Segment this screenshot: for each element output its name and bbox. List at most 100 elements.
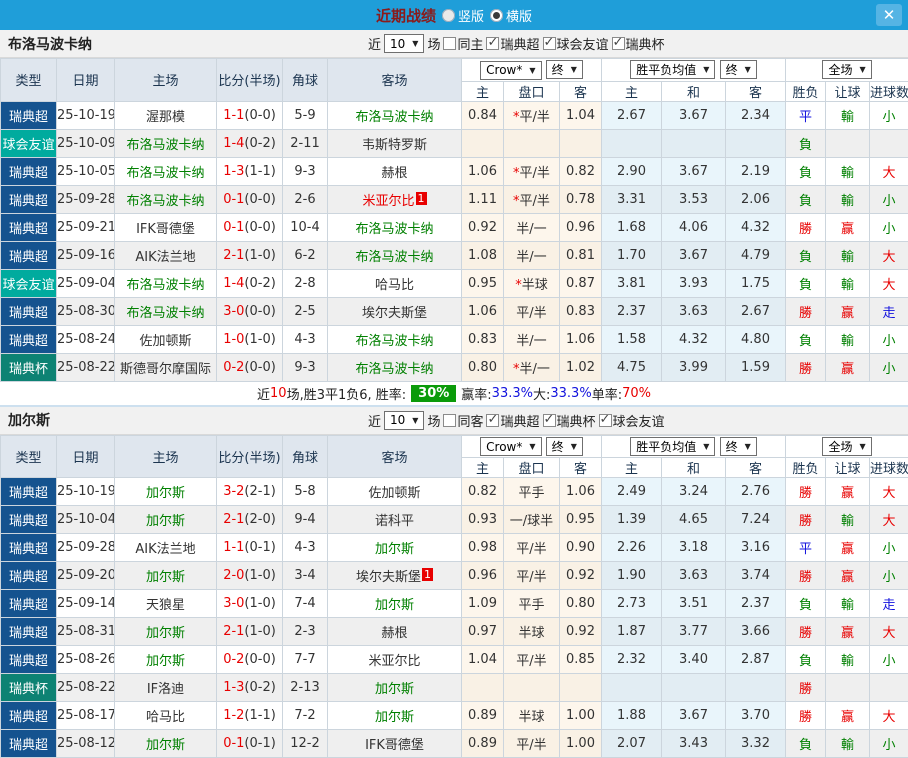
col-handicap: 盘口: [504, 458, 560, 478]
result-winloss: 負: [786, 129, 826, 157]
league-checkbox-2[interactable]: 球会友谊: [543, 34, 609, 53]
team-label: AIK法兰地: [135, 250, 195, 265]
odds-handicap: 半球: [504, 702, 560, 730]
team-label: 天狼星: [146, 598, 185, 613]
avg-time-select[interactable]: 终: [720, 437, 757, 456]
match-count-select[interactable]: 10: [384, 34, 424, 53]
match-score: 0-1(0-0): [217, 213, 283, 241]
team-label: 加尔斯: [146, 570, 185, 585]
odds-home: 1.08: [462, 241, 504, 269]
avg-away-odds: 2.34: [726, 101, 786, 129]
filter-bar: 近 10 场 同主 瑞典超 球会友谊 瑞典杯: [368, 34, 665, 53]
match-row: 瑞典超25-09-21IFK哥德堡0-1(0-0)10-4布洛马波卡纳0.92半…: [1, 213, 908, 241]
matches-label: 场: [427, 34, 440, 53]
result-winloss: 勝: [786, 353, 826, 381]
result-goals: 小: [870, 101, 908, 129]
result-handicap: 赢: [826, 618, 870, 646]
corner-score: 10-4: [283, 213, 328, 241]
match-count-select[interactable]: 10: [384, 411, 424, 430]
corner-score: 2-5: [283, 297, 328, 325]
odds-source-select[interactable]: Crow*: [480, 437, 541, 456]
result-handicap: 輸: [826, 241, 870, 269]
away-team: 埃尔夫斯堡1: [328, 562, 462, 590]
team-label: 哈马比: [146, 710, 185, 725]
odds-time-select[interactable]: 终: [546, 437, 583, 456]
odds-away: 1.00: [560, 730, 602, 758]
recent-results-window: 近期战绩 竖版 横版 ✕ 布洛马波卡纳 近 10 场 同主 瑞典超 球会友谊: [0, 0, 908, 753]
fulltime-select[interactable]: 全场: [822, 60, 871, 79]
avg-home-odds: 2.37: [602, 297, 662, 325]
odds-time-select[interactable]: 终: [546, 60, 583, 79]
home-team: IFK哥德堡: [115, 213, 217, 241]
close-button[interactable]: ✕: [876, 4, 902, 26]
avg-home-odds: 1.70: [602, 241, 662, 269]
odds-home: 0.97: [462, 618, 504, 646]
radio-horizontal-label: 横版: [506, 6, 532, 25]
team-label: 加尔斯: [146, 626, 185, 641]
avg-home-odds: 1.90: [602, 562, 662, 590]
avg-home-odds: 2.90: [602, 157, 662, 185]
avg-away-odds: 2.87: [726, 646, 786, 674]
avg-away-odds: 3.74: [726, 562, 786, 590]
result-goals: 小: [870, 646, 908, 674]
team-label: AIK法兰地: [135, 542, 195, 557]
avg-time-select[interactable]: 终: [720, 60, 757, 79]
avg-draw-odds: 3.63: [662, 562, 726, 590]
match-row: 瑞典超25-09-20加尔斯2-0(1-0)3-4埃尔夫斯堡10.96平/半0.…: [1, 562, 908, 590]
checkbox-icon: [486, 414, 499, 427]
team-label: 米亚尔比: [362, 194, 414, 209]
odds-source-select[interactable]: Crow*: [480, 61, 541, 80]
result-winloss: 負: [786, 730, 826, 758]
radio-vertical-layout[interactable]: 竖版: [442, 6, 484, 25]
odds-away: 0.82: [560, 157, 602, 185]
fulltime-select[interactable]: 全场: [822, 437, 871, 456]
avg-away-odds: 3.70: [726, 702, 786, 730]
avg-odds-select[interactable]: 胜平负均值: [630, 60, 715, 79]
odds-away: 0.78: [560, 185, 602, 213]
match-score: 2-1(2-0): [217, 506, 283, 534]
match-score: 1-2(1-1): [217, 702, 283, 730]
avg-draw-odds: 3.40: [662, 646, 726, 674]
result-handicap: 輸: [826, 269, 870, 297]
away-team: 加尔斯: [328, 702, 462, 730]
summary-part: 70%: [622, 386, 651, 401]
league-checkbox-2[interactable]: 瑞典杯: [543, 411, 596, 430]
checkbox-icon: [486, 37, 499, 50]
away-team: IFK哥德堡: [328, 730, 462, 758]
odds-handicap: 平/半: [504, 562, 560, 590]
away-team: 布洛马波卡纳: [328, 213, 462, 241]
same-venue-checkbox[interactable]: 同主: [443, 34, 483, 53]
home-team: AIK法兰地: [115, 241, 217, 269]
match-date: 25-10-19: [57, 478, 115, 506]
handicap-star: *: [513, 194, 520, 209]
checkbox-icon: [599, 414, 612, 427]
avg-away-odds: [726, 674, 786, 702]
match-score: 0-1(0-0): [217, 185, 283, 213]
same-venue-checkbox[interactable]: 同客: [443, 411, 483, 430]
corner-score: 4-3: [283, 325, 328, 353]
result-winloss: 平: [786, 101, 826, 129]
avg-draw-odds: 4.32: [662, 325, 726, 353]
avg-odds-select[interactable]: 胜平负均值: [630, 437, 715, 456]
col-home: 主场: [115, 59, 217, 102]
league-badge: 瑞典杯: [1, 353, 57, 381]
league-badge: 瑞典超: [1, 730, 57, 758]
league-checkbox-1[interactable]: 瑞典超: [486, 411, 539, 430]
match-date: 25-09-04: [57, 269, 115, 297]
result-handicap: 輸: [826, 730, 870, 758]
league-badge: 瑞典超: [1, 101, 57, 129]
away-team: 米亚尔比1: [328, 185, 462, 213]
team-label: 米亚尔比: [368, 654, 420, 669]
radio-horizontal-layout[interactable]: 横版: [490, 6, 532, 25]
avg-home-odds: 4.75: [602, 353, 662, 381]
league-checkbox-3[interactable]: 球会友谊: [599, 411, 665, 430]
league-checkbox-3[interactable]: 瑞典杯: [612, 34, 665, 53]
corner-score: 9-3: [283, 353, 328, 381]
league-badge: 瑞典超: [1, 241, 57, 269]
avg-draw-odds: 3.67: [662, 101, 726, 129]
match-row: 瑞典超25-09-16AIK法兰地2-1(1-0)6-2布洛马波卡纳1.08半/…: [1, 241, 908, 269]
league-checkbox-1[interactable]: 瑞典超: [486, 34, 539, 53]
team-label: 布洛马波卡纳: [126, 166, 204, 181]
avg-home-odds: 2.26: [602, 534, 662, 562]
home-team: IF洛迪: [115, 674, 217, 702]
